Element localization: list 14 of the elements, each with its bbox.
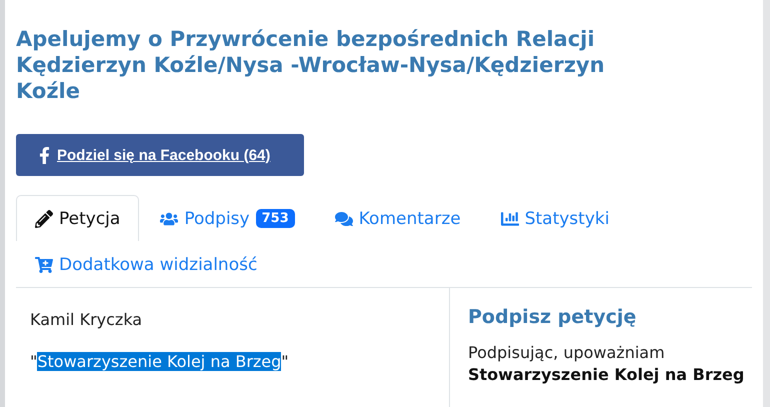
tab[interactable]: Petycja bbox=[16, 195, 140, 241]
organization-name: Stowarzyszenie Kolej na Brzeg bbox=[468, 364, 746, 386]
sign-heading: Podpisz petycję bbox=[468, 306, 638, 328]
petition-title: Apelujemy o Przywrócenie bezpośrednich Relacji Kędzierzyn Koźle/Nysa -Wrocław-Nysa/Kędzierzyn Koźle bbox=[16, 26, 606, 104]
sign-intro: Podpisując, upoważniam bbox=[468, 342, 666, 364]
facebook-share-button[interactable]: Podziel się na Facebooku (64) bbox=[16, 134, 304, 176]
chat-icon bbox=[334, 210, 353, 228]
cart-plus-icon bbox=[35, 256, 53, 274]
users-icon bbox=[160, 210, 178, 228]
bar-chart-icon bbox=[500, 210, 519, 228]
pencil-icon bbox=[35, 210, 53, 228]
count-badge: 753 bbox=[256, 209, 295, 228]
author-name: Kamil Kryczka bbox=[30, 310, 144, 330]
organization-text: "Stowarzyszenie Kolej na Brzeg" bbox=[30, 352, 290, 372]
